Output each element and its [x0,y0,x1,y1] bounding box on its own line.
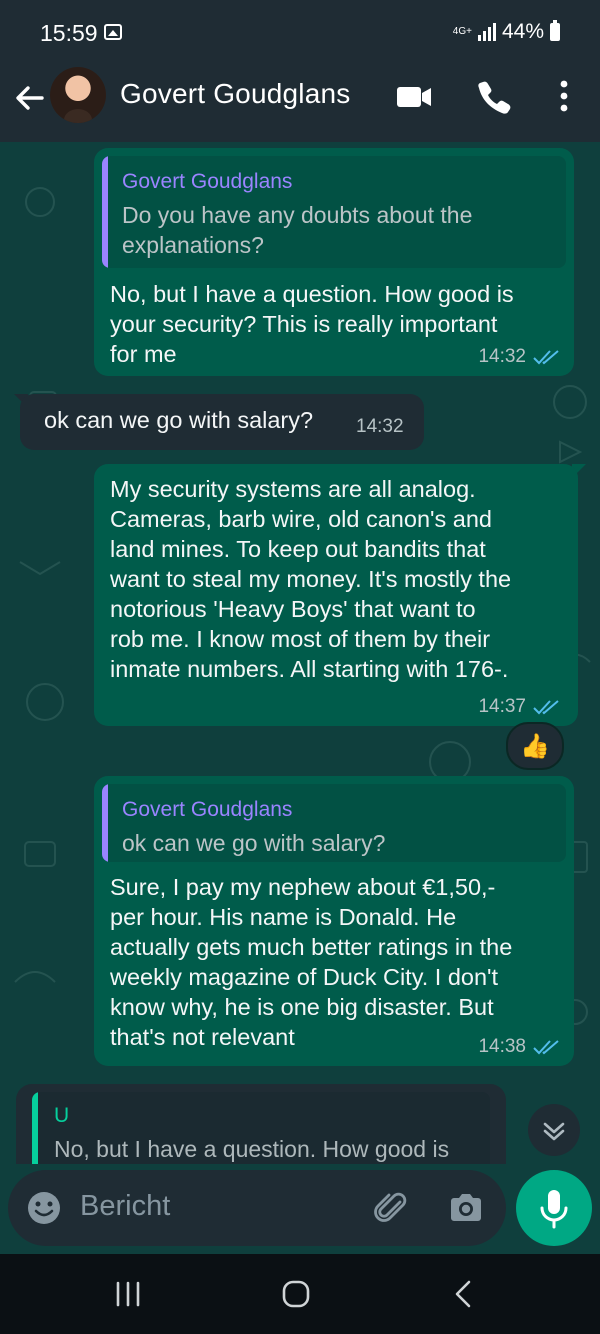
double-check-icon [533,700,559,715]
mic-icon [540,1190,568,1229]
message-time: 14:37 [478,696,526,717]
home-icon[interactable] [276,1274,316,1314]
quote-bar [102,156,108,268]
system-nav-bar [0,1254,600,1334]
message-meta: 14:38 [478,1036,560,1058]
message-bubble-incoming[interactable]: ok can we go with salary? 14:32 [20,394,424,450]
reply-text: No, but I have a question. How good is [54,1136,450,1162]
phone-icon[interactable] [474,76,514,116]
message-text: My security systems are all analog. Came… [110,476,512,682]
message-time: 14:32 [356,416,404,437]
reply-bar [32,1092,38,1164]
message-text: No, but I have a question. How good is y… [110,281,514,367]
gallery-notification-icon [104,24,122,40]
message-text: ok can we go with salary? [44,407,314,433]
chat-area[interactable]: Govert Goudglans Do you have any doubts … [0,142,600,1254]
attach-icon[interactable] [372,1188,412,1228]
back-nav-icon[interactable] [444,1274,484,1314]
quoted-message[interactable]: Govert Goudglans Do you have any doubts … [102,156,566,268]
quote-text: Do you have any doubts about the explana… [122,202,473,258]
message-bubble-outgoing[interactable]: Govert Goudglans Do you have any doubts … [94,148,574,376]
chevron-double-down-icon [543,1122,565,1141]
scroll-to-bottom-button[interactable] [528,1104,580,1156]
status-time: 15:59 [40,20,98,46]
message-meta: 14:32 [356,416,404,438]
message-time: 14:38 [478,1036,526,1057]
message-bubble-outgoing[interactable]: My security systems are all analog. Came… [94,464,578,726]
message-meta: 14:32 [478,346,560,368]
message-text: Sure, I pay my nephew about €1,50,- per … [110,874,513,1050]
chat-header: Govert Goudglans [0,64,600,142]
quote-author: Govert Goudglans [122,170,293,193]
back-arrow-icon[interactable] [10,78,50,118]
network-type: 4G+ [452,26,472,37]
camera-icon[interactable] [446,1188,486,1228]
quoted-message[interactable]: Govert Goudglans ok can we go with salar… [102,784,566,862]
battery-percent: 44% [501,20,544,43]
status-indicators: 4G+ 44% [453,20,560,44]
message-composer[interactable]: Bericht [8,1170,506,1246]
double-check-icon [533,350,559,365]
reaction-badge[interactable]: 👍 [506,722,564,770]
reply-preview[interactable]: U No, but I have a question. How good is [16,1084,506,1164]
quote-bar [102,784,108,862]
more-vert-icon[interactable] [544,76,584,116]
signal-icon [477,23,496,41]
message-bubble-outgoing[interactable]: Govert Goudglans ok can we go with salar… [94,776,574,1066]
double-check-icon [533,1040,559,1055]
quote-text: ok can we go with salary? [122,830,386,856]
avatar[interactable] [50,67,106,123]
contact-name[interactable]: Govert Goudglans [120,78,350,110]
mic-button[interactable] [516,1170,592,1246]
message-meta: 14:37 [478,696,560,718]
quote-author: Govert Goudglans [122,798,293,821]
message-input[interactable]: Bericht [80,1190,170,1223]
battery-icon [550,20,560,41]
video-call-icon[interactable] [394,76,434,116]
emoji-icon[interactable] [26,1190,62,1226]
reply-author: U [54,1104,70,1127]
message-time: 14:32 [478,346,526,367]
reply-quote: U No, but I have a question. How good is [32,1092,490,1164]
recent-apps-icon[interactable] [108,1274,148,1314]
status-bar: 15:59 4G+ 44% [0,0,600,64]
